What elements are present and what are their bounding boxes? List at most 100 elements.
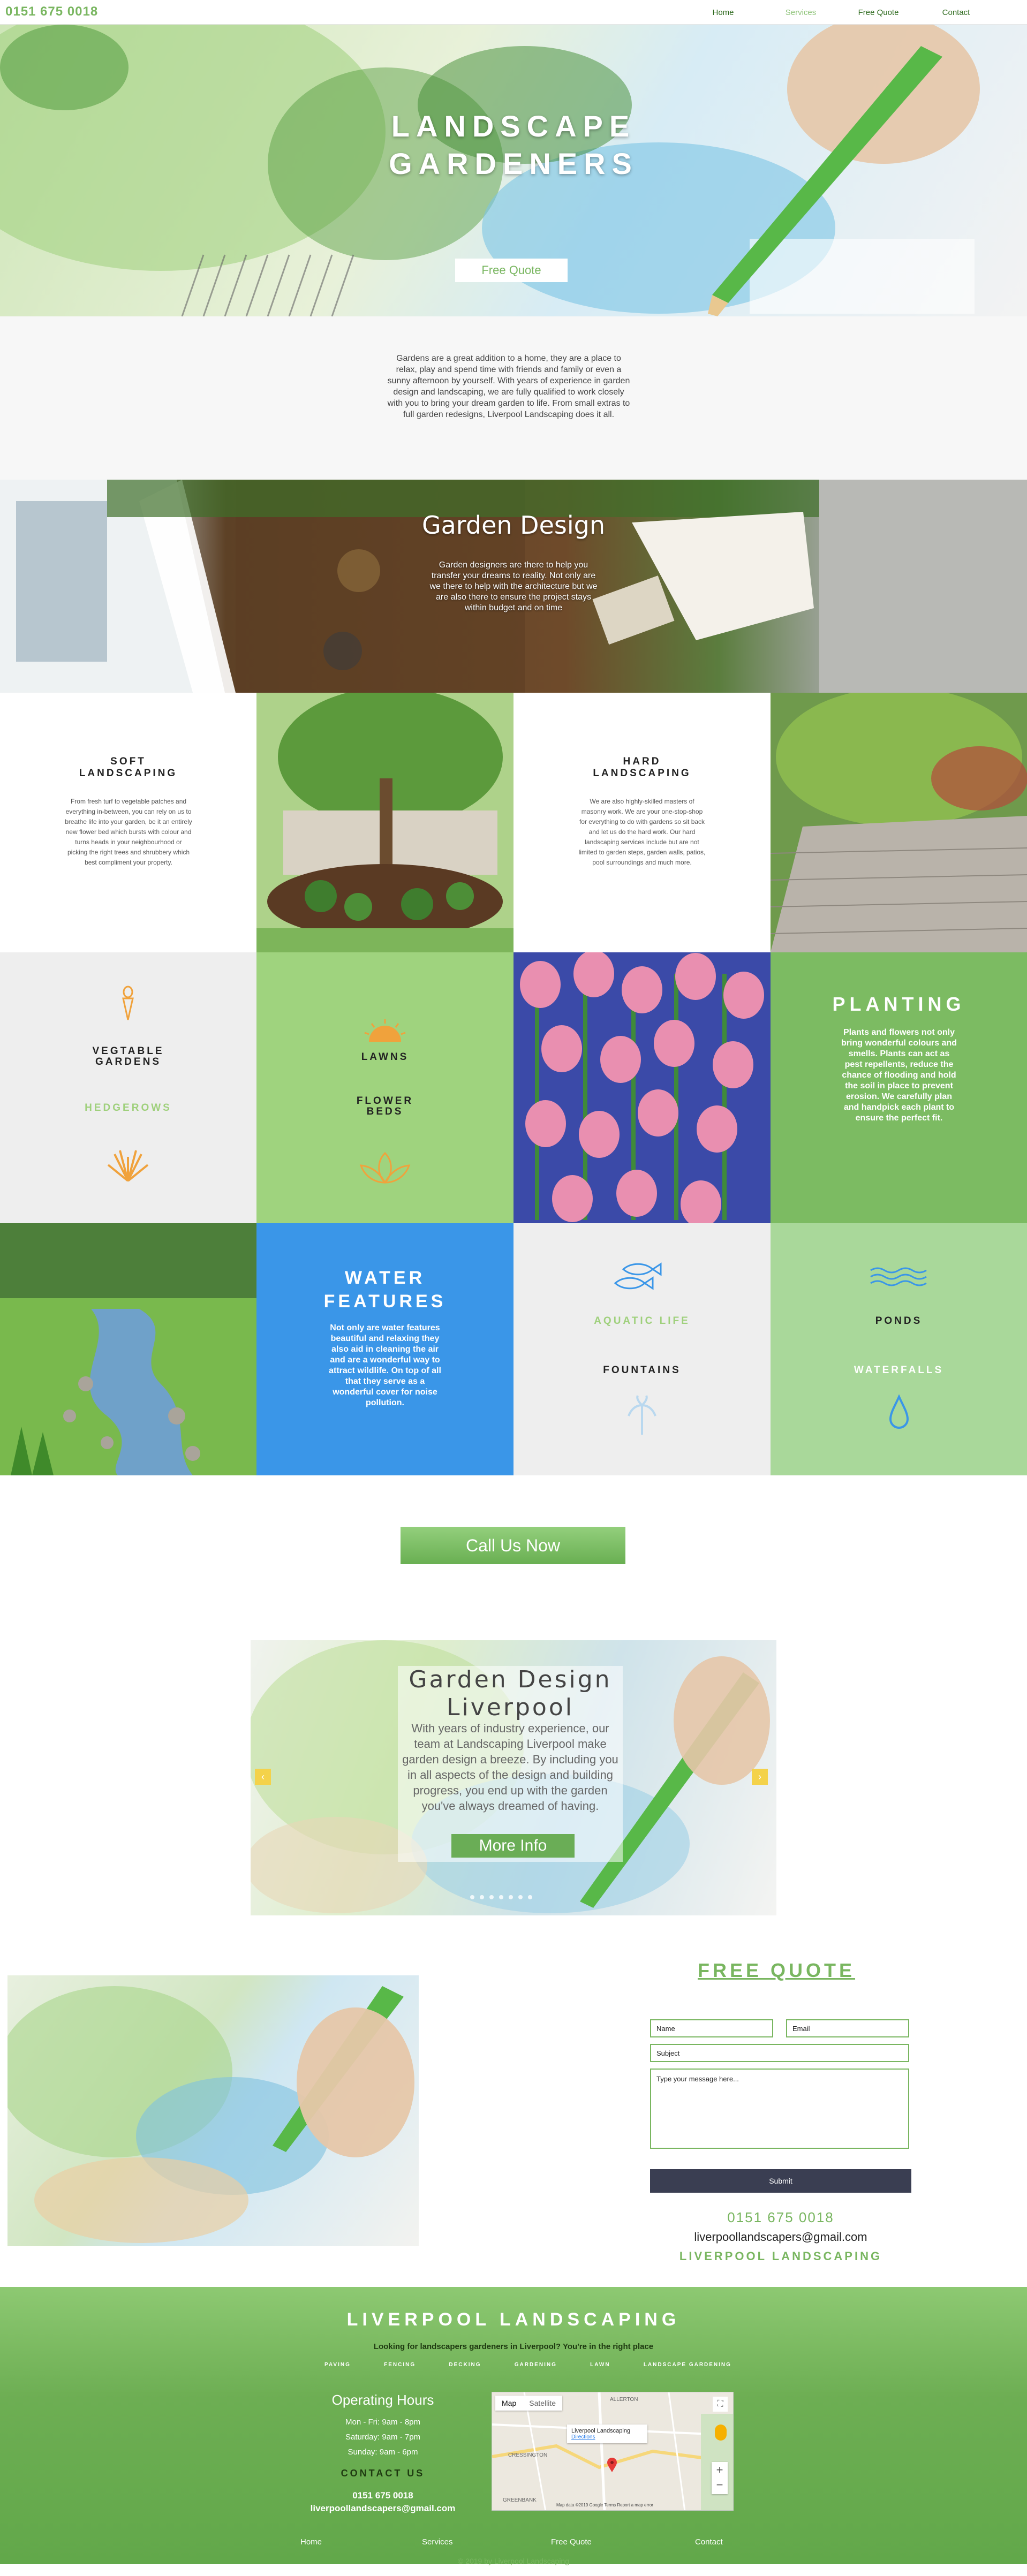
footer-phone[interactable]: 0151 675 0018 [300,2490,466,2501]
contact-email[interactable]: liverpoollandscapers@gmail.com [648,2230,913,2244]
map-tab[interactable]: Map [495,2396,523,2411]
veg-hedgerows-tile: VEGTABLE GARDENS HEDGEROWS [0,952,256,1223]
email-input[interactable] [786,2019,909,2037]
call-us-now-button[interactable]: Call Us Now [401,1527,625,1564]
operating-hours-title: Operating Hours [331,2392,434,2408]
garden-design-title: Garden Design [421,511,606,540]
footer-link-paving[interactable]: PAVING [324,2362,351,2368]
hard-landscaping-tile: HARD LANDSCAPING We are also highly-skil… [514,693,771,952]
tulips-image [514,952,771,1223]
footer-link-lawn[interactable]: LAWN [590,2362,610,2368]
slide-dot[interactable] [499,1895,503,1899]
ponds-waterfalls-tile: PONDS WATERFALLS [771,1223,1027,1475]
soft-title-line1: SOFT [110,756,146,767]
footer-nav-contact[interactable]: Contact [695,2537,723,2547]
footer-service-links: PAVING FENCING DECKING GARDENING LAWN LA… [324,2362,731,2368]
slide-dot[interactable] [509,1895,513,1899]
nav-free-quote[interactable]: Free Quote [840,8,917,17]
nav-home[interactable]: Home [684,8,762,17]
nav-services[interactable]: Services [762,8,840,17]
footer-link-gardening[interactable]: GARDENING [515,2362,557,2368]
map-pin-icon[interactable] [607,2458,617,2473]
slide-next-arrow[interactable]: › [752,1769,768,1785]
slide-dot[interactable] [528,1895,532,1899]
slide-dot[interactable] [518,1895,523,1899]
slide-dots [470,1895,532,1899]
footer-link-fencing[interactable]: FENCING [384,2362,416,2368]
water-features-title: WATER FEATURES [256,1266,514,1313]
footer-nav-free-quote[interactable]: Free Quote [551,2537,592,2547]
zoom-out-icon[interactable]: − [712,2478,728,2494]
satellite-tab[interactable]: Satellite [523,2396,562,2411]
intro-section: Gardens are a great addition to a home, … [0,316,1027,480]
flower-beds-label: FLOWER BEDS [256,1096,514,1117]
fountains-label: FOUNTAINS [603,1365,681,1376]
slide-dot[interactable] [480,1895,484,1899]
tulips-photo [514,952,771,1223]
more-info-button[interactable]: More Info [451,1834,575,1858]
map-area-allerton: ALLERTON [610,2397,638,2403]
hard-title-line2: LANDSCAPING [593,768,691,779]
contact-phone[interactable]: 0151 675 0018 [648,2209,913,2226]
nav-contact[interactable]: Contact [917,8,995,17]
hero-free-quote-button[interactable]: Free Quote [455,259,568,282]
slide-card: Garden Design Liverpool With years of in… [398,1666,623,1862]
stream-photo [0,1223,256,1475]
contact-us-title: CONTACT US [341,2468,425,2479]
flower-line1: FLOWER [356,1095,414,1107]
hours-saturday: Saturday: 9am - 7pm [345,2433,421,2442]
water-title-line1: WATER [344,1268,426,1288]
waterfalls-label: WATERFALLS [854,1365,944,1376]
flower-line2: BEDS [366,1106,404,1117]
shrub-garden-photo [256,693,514,952]
hours-weekday: Mon - Fri: 9am - 8pm [345,2418,421,2427]
water-features-tile: WATER FEATURES Not only are water featur… [256,1223,514,1475]
veg-line2: GARDENS [95,1056,161,1067]
fullscreen-icon[interactable]: ⛶ [713,2397,728,2412]
veg-line1: VEGTABLE [92,1045,164,1057]
quote-section-image [7,1975,419,2246]
ponds-label: PONDS [875,1315,923,1327]
hedge-icon [107,1150,149,1182]
map-pin-label: Liverpool Landscaping [571,2428,631,2434]
free-quote-title: FREE QUOTE [697,1959,856,1981]
site-header: 0151 675 0018 Home Services Free Quote C… [0,0,1027,25]
patio-image [771,693,1027,952]
header-phone[interactable]: 0151 675 0018 [5,4,98,19]
sun-icon [364,1019,406,1042]
zoom-in-icon[interactable]: + [712,2462,728,2478]
footer-nav-home[interactable]: Home [300,2537,322,2547]
footer-link-decking[interactable]: DECKING [449,2362,481,2368]
water-drop-icon [889,1395,909,1429]
zoom-controls: + − [712,2462,728,2494]
submit-button[interactable]: Submit [650,2169,911,2193]
street-view-icon[interactable] [715,2425,727,2441]
hours-sunday: Sunday: 9am - 6pm [348,2448,418,2457]
hero-title: LANDSCAPE GARDENERS [0,108,1027,183]
planting-text: Plants and flowers not only bring wonder… [841,1028,957,1123]
slide-dot[interactable] [470,1895,474,1899]
hero-title-line2: GARDENERS [389,147,638,180]
fountain-icon [628,1395,656,1435]
name-input[interactable] [650,2019,773,2037]
footer-email[interactable]: liverpoollandscapers@gmail.com [300,2503,466,2514]
message-textarea[interactable] [650,2069,909,2149]
soft-title-line2: LANDSCAPING [79,768,178,779]
footer-link-landscape-gardening[interactable]: LANDSCAPE GARDENING [644,2362,731,2368]
water-features-text: Not only are water features beautiful an… [329,1323,441,1407]
slide-prev-arrow[interactable]: ‹ [255,1769,271,1785]
footer-nav-services[interactable]: Services [422,2537,453,2547]
aquatic-life-label: AQUATIC LIFE [594,1315,690,1327]
map-directions-link[interactable]: Directions [571,2434,643,2440]
slide-dot[interactable] [489,1895,494,1899]
map-attribution[interactable]: Map data ©2019 Google Terms Report a map… [556,2503,653,2507]
site-footer: LIVERPOOL LANDSCAPING Looking for landsc… [0,2287,1027,2564]
subject-input[interactable] [650,2044,909,2062]
hedgerows-label: HEDGEROWS [85,1102,172,1113]
google-map[interactable]: Map Satellite Liverpool Landscaping Dire… [492,2392,734,2511]
slide-text: With years of industry experience, our t… [402,1722,618,1813]
aquatic-fountains-tile: AQUATIC LIFE FOUNTAINS [514,1223,771,1475]
map-info-box: Liverpool Landscaping Directions [567,2425,647,2443]
soft-landscaping-tile: SOFT LANDSCAPING From fresh turf to vege… [0,693,256,952]
patio-photo [771,693,1027,952]
